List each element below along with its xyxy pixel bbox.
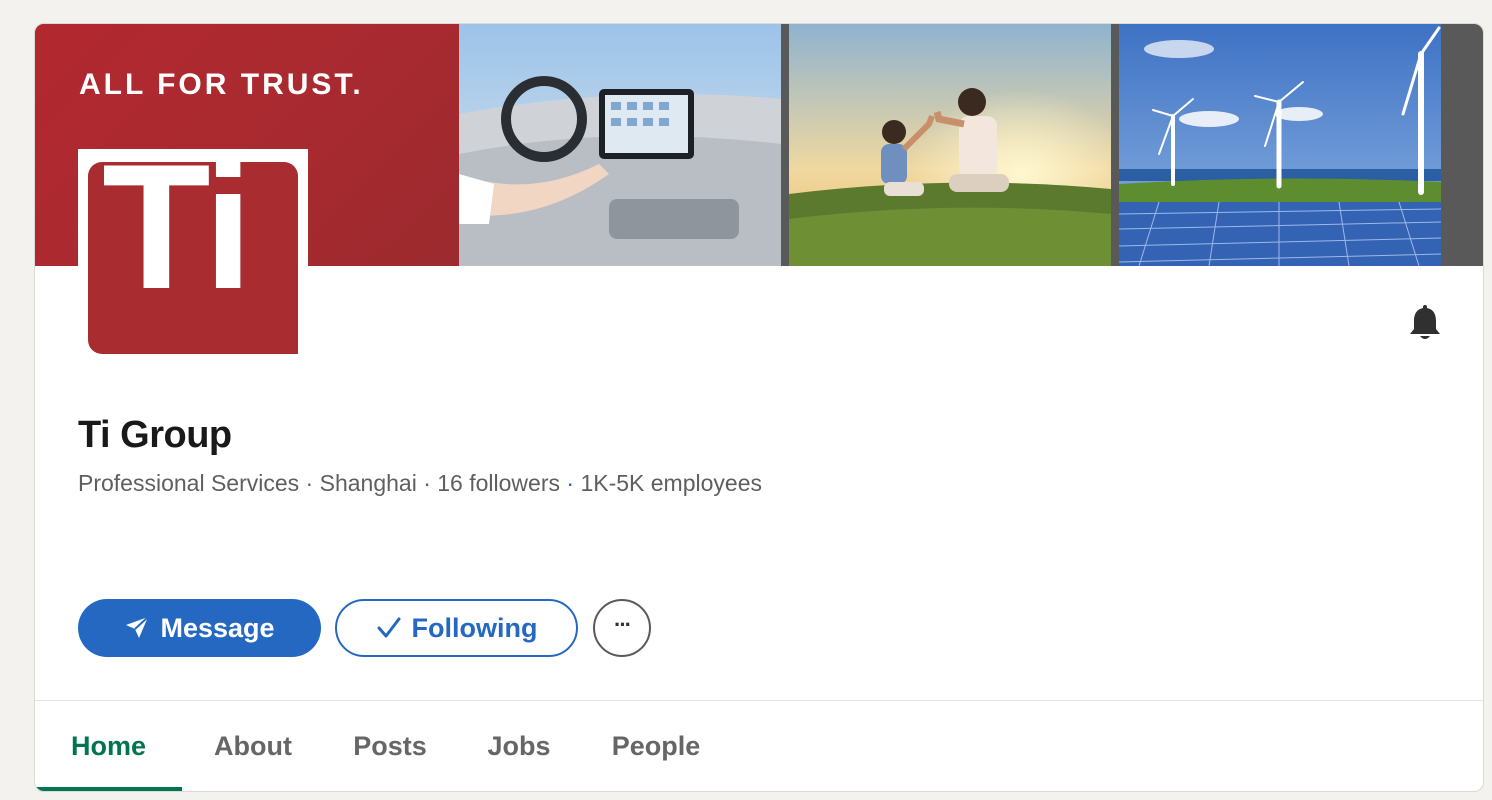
active-tab-indicator <box>35 787 182 791</box>
banner-slogan: ALL FOR TRUST. <box>79 68 364 101</box>
profile-tabs: Home About Posts Jobs People <box>35 701 1483 791</box>
tab-home[interactable]: Home <box>35 701 182 791</box>
company-meta: Professional Services · Shanghai · 16 fo… <box>78 470 762 497</box>
banner-photo-car-interior <box>459 24 781 266</box>
tab-about[interactable]: About <box>195 701 311 791</box>
message-button[interactable]: Message <box>78 599 321 657</box>
send-icon <box>124 615 150 641</box>
tab-jobs[interactable]: Jobs <box>469 701 569 791</box>
tab-posts[interactable]: Posts <box>334 701 446 791</box>
company-followers[interactable]: 16 followers <box>437 470 560 496</box>
following-button[interactable]: Following <box>335 599 578 657</box>
meta-separator: · <box>416 470 438 496</box>
tab-label: Jobs <box>487 731 551 761</box>
company-logo[interactable]: Ti <box>78 138 308 357</box>
tab-label: People <box>611 731 701 761</box>
tab-people[interactable]: People <box>592 701 720 791</box>
following-button-label: Following <box>411 612 538 643</box>
company-profile-card: ALL FOR TRUST. Ti Ti Group Professional … <box>34 23 1484 792</box>
tab-label: About <box>214 731 292 761</box>
more-options-button[interactable]: ··· <box>593 599 651 657</box>
company-location: Shanghai <box>319 470 417 496</box>
company-name: Ti Group <box>78 414 232 456</box>
meta-separator: · <box>299 470 320 496</box>
company-employees[interactable]: 1K-5K employees <box>580 470 762 496</box>
logo-text: Ti <box>102 127 253 326</box>
tab-label: Home <box>70 731 146 761</box>
company-industry: Professional Services <box>78 470 300 496</box>
banner-photo-family-sunset <box>789 24 1111 266</box>
checkmark-icon <box>376 615 402 641</box>
logo-mark: Ti <box>88 138 298 354</box>
bell-icon[interactable] <box>1405 304 1445 344</box>
message-button-label: Message <box>160 612 275 643</box>
more-horizontal-icon: ··· <box>614 612 632 637</box>
tab-label: Posts <box>353 731 427 761</box>
meta-separator: · <box>560 470 581 496</box>
banner-photo-wind-solar <box>1119 24 1441 266</box>
